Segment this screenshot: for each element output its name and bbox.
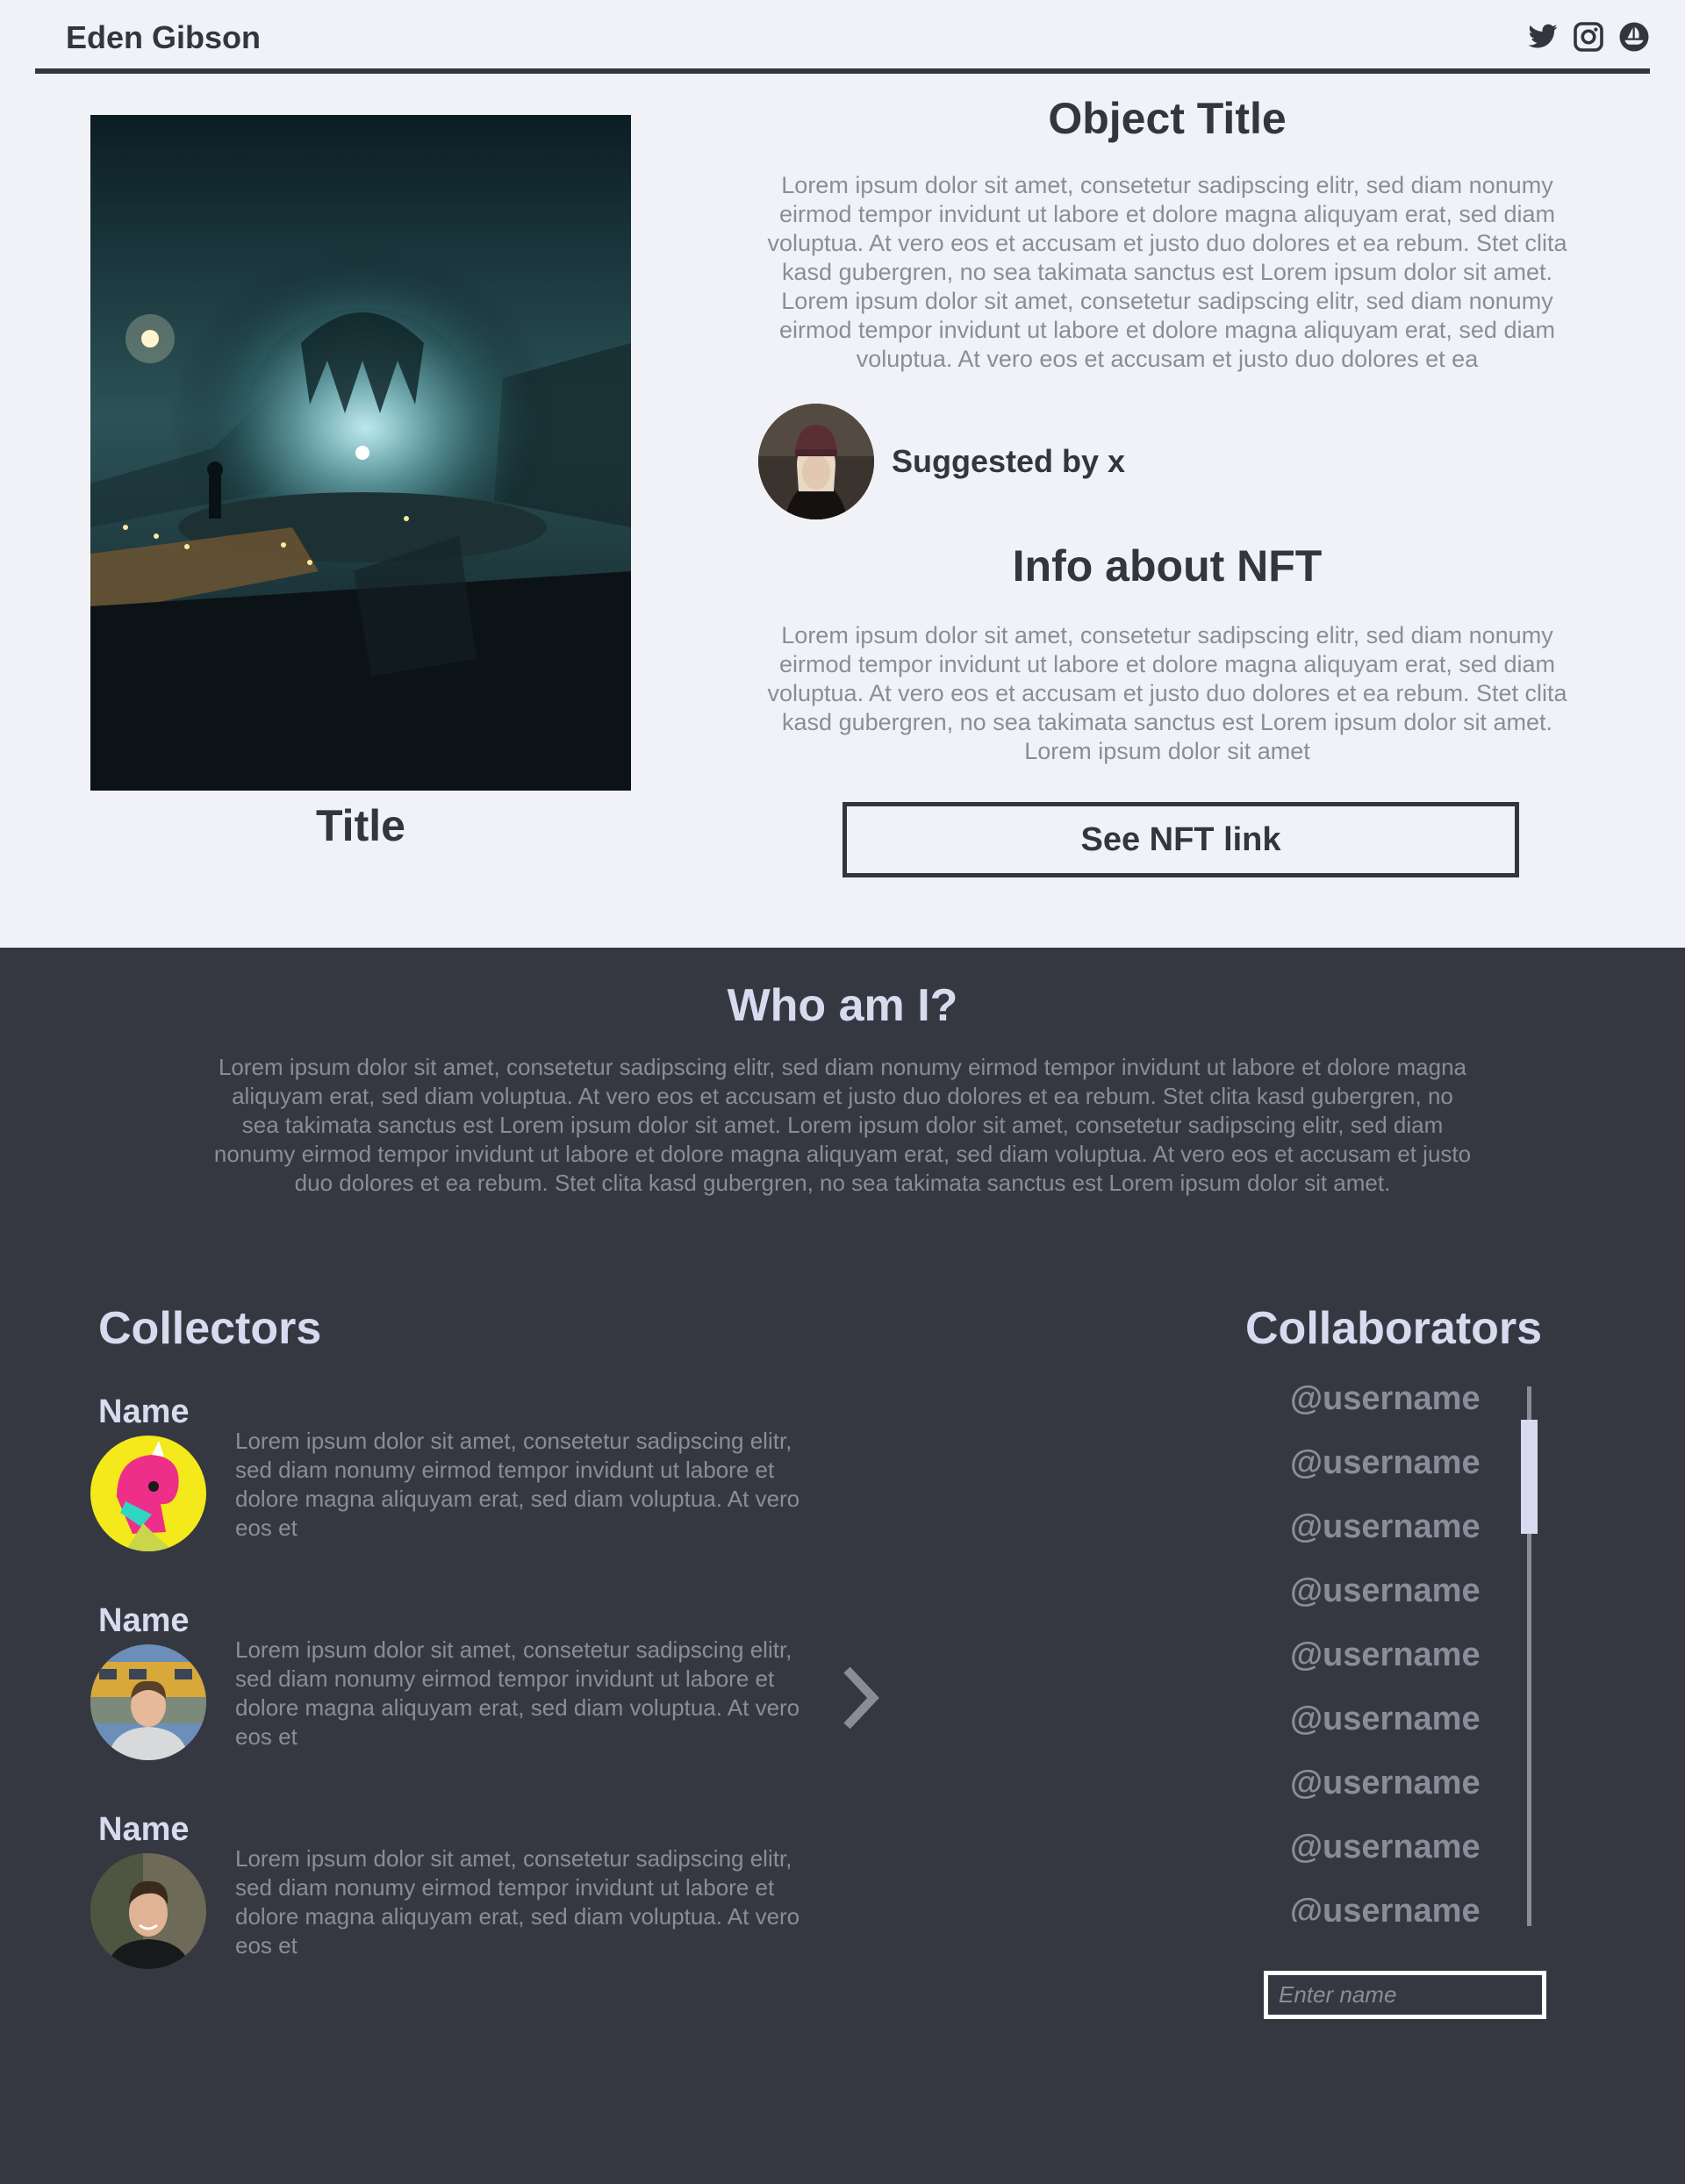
collector-card[interactable]: Name Lorem ipsum dolor sit amet, consete…: [90, 1811, 819, 2004]
collectors-title: Collectors: [98, 1303, 322, 1354]
object-title: Object Title: [1048, 94, 1287, 143]
suggester-avatar[interactable]: [758, 404, 874, 519]
nft-info-description: Lorem ipsum dolor sit amet, consetetur s…: [767, 622, 1567, 764]
see-nft-link-button[interactable]: See NFT link: [842, 802, 1519, 877]
brand-name[interactable]: Eden Gibson: [66, 19, 261, 56]
collector-avatar[interactable]: [90, 1436, 206, 1551]
collector-description: Lorem ipsum dolor sit amet, consetetur s…: [235, 1845, 800, 1958]
artwork-title: Title: [316, 801, 405, 850]
collaborator-username[interactable]: @username: [1290, 1890, 1501, 1922]
instagram-icon[interactable]: [1573, 21, 1604, 53]
collector-avatar[interactable]: [90, 1853, 206, 1969]
chevron-right-icon[interactable]: [838, 1663, 882, 1733]
twitter-icon[interactable]: [1527, 21, 1559, 53]
collector-card[interactable]: Name Lorem ipsum dolor sit amet, consete…: [90, 1602, 819, 1795]
collaborator-username[interactable]: @username: [1290, 1634, 1501, 1698]
collaborator-username[interactable]: @username: [1290, 1570, 1501, 1634]
about-section: Who am I? Lorem ipsum dolor sit amet, co…: [0, 948, 1685, 2184]
who-am-i-title: Who am I?: [727, 980, 958, 1031]
collaborators-title: Collaborators: [1245, 1303, 1543, 1354]
collaborator-username[interactable]: @username: [1290, 1378, 1501, 1442]
suggested-by: Suggested by x: [758, 404, 1125, 519]
site-header: Eden Gibson: [35, 0, 1650, 74]
collector-name: Name: [98, 1811, 190, 1848]
collaborator-username[interactable]: @username: [1290, 1698, 1501, 1762]
who-am-i-description: Lorem ipsum dolor sit amet, consetetur s…: [213, 1054, 1472, 1196]
collector-avatar[interactable]: [90, 1644, 206, 1760]
collector-description: Lorem ipsum dolor sit amet, consetetur s…: [235, 1428, 800, 1541]
nft-artwork-image: [90, 115, 631, 791]
suggested-by-label: Suggested by x: [892, 443, 1126, 479]
collaborators-scrollbar-thumb[interactable]: [1521, 1420, 1538, 1534]
object-description: Lorem ipsum dolor sit amet, consetetur s…: [767, 172, 1567, 372]
collaborator-username[interactable]: @username: [1290, 1506, 1501, 1570]
collector-card[interactable]: Name Lorem ipsum dolor sit amet, consete…: [90, 1393, 819, 1586]
collaborator-username[interactable]: @username: [1290, 1826, 1501, 1890]
enter-name-input[interactable]: [1264, 1971, 1546, 2019]
collaborator-username[interactable]: @username: [1290, 1442, 1501, 1506]
collaborator-username[interactable]: @username: [1290, 1762, 1501, 1826]
nft-info-title: Info about NFT: [1012, 541, 1323, 591]
opensea-icon[interactable]: [1618, 21, 1650, 53]
collector-name: Name: [98, 1393, 190, 1430]
collector-description: Lorem ipsum dolor sit amet, consetetur s…: [235, 1636, 800, 1750]
collector-name: Name: [98, 1602, 190, 1639]
social-links: [1527, 21, 1650, 53]
collaborators-list[interactable]: @username @username @username @username …: [1290, 1378, 1501, 1922]
